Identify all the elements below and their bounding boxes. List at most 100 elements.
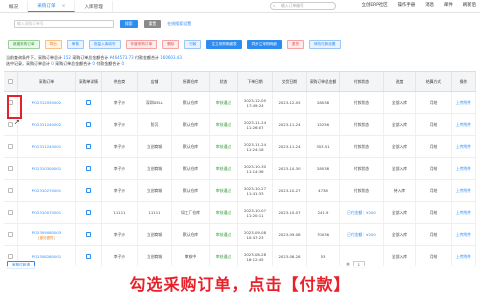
upload-attachment-link[interactable]: 上传附件 xyxy=(452,224,476,245)
new-order-button[interactable]: 新建采购订单 xyxy=(8,40,40,49)
order-no-link[interactable]: PO2310300001 xyxy=(18,158,76,179)
detail-cell[interactable] xyxy=(76,202,102,223)
global-search-input[interactable]: ⌕ 输入订单编号 xyxy=(270,2,336,10)
table-row[interactable]: PO2312050002 李子沙 深圳DELL 默认仓库 审核通过 2023-12-05 … xyxy=(4,92,476,114)
return-button[interactable]: 退货 xyxy=(286,40,304,49)
tab-label: 采购订单 xyxy=(37,4,56,9)
amount-cell: 28038 xyxy=(307,158,340,179)
edit-detail-icon[interactable] xyxy=(86,144,91,149)
select-all-checkbox[interactable] xyxy=(4,72,18,91)
detail-cell[interactable] xyxy=(76,114,102,135)
col-progress: 进度 xyxy=(384,72,416,91)
row-checkbox[interactable] xyxy=(4,136,18,157)
edit-detail-icon[interactable] xyxy=(86,122,91,127)
upload-attachment-link[interactable]: 上传附件 xyxy=(452,158,476,179)
status-cell: 审核通过 xyxy=(210,136,238,157)
batch-inbound-button[interactable]: 批量入库填写 xyxy=(88,40,121,49)
row-checkbox[interactable] xyxy=(4,202,18,223)
checkbox-icon xyxy=(8,166,13,171)
advanced-search-link[interactable]: 在线搜索设置 xyxy=(167,21,191,27)
sync-detail-button[interactable]: 同步立采购明细 xyxy=(246,40,282,49)
link-community[interactable]: 立创ERP社区 xyxy=(362,2,388,8)
order-no-text[interactable]: PO2312050002 xyxy=(32,100,61,105)
order-no-text[interactable]: PO2311240001 xyxy=(32,144,61,149)
table-body: PO2312050002 李子沙 深圳DELL 默认仓库 审核通过 2023-12-05 … xyxy=(4,92,476,268)
col-operation: 操作 xyxy=(452,72,476,91)
progress-cell: 全部入库 xyxy=(384,224,416,245)
edit-detail-icon[interactable] xyxy=(86,188,91,193)
pay-status-cell: 已付金额：¥200 xyxy=(340,202,384,223)
order-no-link[interactable]: PO2311240001 xyxy=(18,136,76,157)
order-no-text[interactable]: PO2310070001 xyxy=(32,210,61,215)
tab-overview[interactable]: 概况 xyxy=(0,1,29,12)
delivery-date-cell: 2023-10-07 xyxy=(273,202,307,223)
supplier-cell: 李子沙 xyxy=(102,180,138,201)
delete-button[interactable]: 删除 xyxy=(162,40,180,49)
order-date-cell: 2023-09-08 10:47:23 xyxy=(238,224,273,245)
order-date-cell: 2023-10-07 11:20:11 xyxy=(238,202,273,223)
table-row[interactable]: PO2311240002 李子沙 防沉 默认仓库 审核通过 2023-11-24 11:2… xyxy=(4,114,476,136)
checkbox-icon xyxy=(8,210,13,215)
edit-detail-icon[interactable] xyxy=(86,210,91,215)
detail-cell[interactable] xyxy=(76,136,102,157)
tab-purchase-orders[interactable]: 采购订单 × xyxy=(28,1,76,12)
store-cell: 立创商城 xyxy=(138,136,172,157)
upload-attachment-link[interactable]: 上传附件 xyxy=(452,114,476,135)
order-no-link[interactable]: PO2310070001 xyxy=(18,202,76,223)
row-checkbox[interactable] xyxy=(4,224,18,245)
edit-detail-icon[interactable] xyxy=(86,100,91,105)
status-cell: 审核通过 xyxy=(210,224,238,245)
settlement-cell: 月结 xyxy=(416,202,452,223)
order-no-text[interactable]: PO2311240002 xyxy=(32,122,61,127)
tab-inbound[interactable]: 入库管理 xyxy=(75,1,113,12)
search-button[interactable]: 搜索 xyxy=(120,20,138,28)
audit-button[interactable]: 审核 xyxy=(66,40,84,49)
store-cell: 防沉 xyxy=(138,114,172,135)
order-date-cell: 2023-10-27 11:41:33 xyxy=(238,180,273,201)
payment-settings-button[interactable]: 修改付款设置 xyxy=(308,40,341,49)
upload-attachment-link[interactable]: 上传附件 xyxy=(452,202,476,223)
edit-detail-icon[interactable] xyxy=(86,166,91,171)
link-manual[interactable]: 操作手册 xyxy=(398,2,416,8)
detail-cell[interactable] xyxy=(76,224,102,245)
order-date-cell: 2023-12-05 17:49:24 xyxy=(238,92,273,113)
table-row[interactable]: PO2310270001 李子沙 立创商城 默认仓库 审核通过 2023-10-27 11… xyxy=(4,180,476,202)
export-button[interactable]: 导出 xyxy=(44,40,62,49)
order-no-link[interactable]: PO2309080003 [部分退货] xyxy=(18,224,76,245)
order-no-link[interactable]: PO2311240002 xyxy=(18,114,76,135)
link-messages[interactable]: 消息 xyxy=(425,2,434,8)
detail-cell[interactable] xyxy=(76,180,102,201)
amount-cell: 353.51 xyxy=(307,136,340,157)
generate-detail-button[interactable]: 生立采购明细表 xyxy=(206,40,242,49)
void-order-button[interactable]: 作废采购订单 xyxy=(125,40,158,49)
reset-button[interactable]: 重置 xyxy=(143,20,162,28)
row-checkbox[interactable] xyxy=(4,158,18,179)
order-no-link[interactable]: PO2312050002 xyxy=(18,92,76,113)
detail-cell[interactable] xyxy=(76,92,102,113)
table-row[interactable]: PO2310300001 李子沙 立创商城 默认仓库 审核通过 2023-10-30 11… xyxy=(4,158,476,180)
progress-cell: 全部入库 xyxy=(384,136,416,157)
table-row[interactable]: PO2309080003 [部分退货] 李子沙 立创商城 默认仓库 审核通过 2023-09… xyxy=(4,224,476,246)
row-checkbox[interactable] xyxy=(4,180,18,201)
order-no-text[interactable]: PO2310300001 xyxy=(32,166,61,171)
upload-attachment-link[interactable]: 上传附件 xyxy=(452,136,476,157)
order-no-text[interactable]: PO2310270001 xyxy=(32,188,61,193)
upload-attachment-link[interactable]: 上传附件 xyxy=(452,92,476,113)
supplier-cell: 李子沙 xyxy=(102,114,138,135)
order-search-input[interactable]: 输入采购订单号 xyxy=(14,20,114,28)
table-row[interactable]: PO2311240001 李子沙 立创商城 默认仓库 审核通过 2023-11-24 11… xyxy=(4,136,476,158)
pay-button[interactable]: 付款 xyxy=(184,40,202,49)
pay-status-cell: 付款状态 xyxy=(340,92,384,113)
return-tag: [部分退货] xyxy=(38,235,55,240)
summary-text: 付款金额合计 xyxy=(96,61,121,66)
detail-cell[interactable] xyxy=(76,158,102,179)
upload-attachment-link[interactable]: 上传附件 xyxy=(452,180,476,201)
summary-count: 152 xyxy=(63,55,71,60)
order-no-link[interactable]: PO2310270001 xyxy=(18,180,76,201)
link-mail[interactable]: 邮件 xyxy=(444,2,453,8)
close-icon[interactable]: × xyxy=(62,4,66,9)
edit-detail-icon[interactable] xyxy=(86,232,91,237)
link-refresh[interactable]: 刷新后 xyxy=(463,2,476,8)
summary-text: 选中记录，采购订单总计 xyxy=(6,61,50,66)
table-row[interactable]: PO2310070001 11111 11111 如工厂仓库 审核通过 2023-10-0… xyxy=(4,202,476,224)
